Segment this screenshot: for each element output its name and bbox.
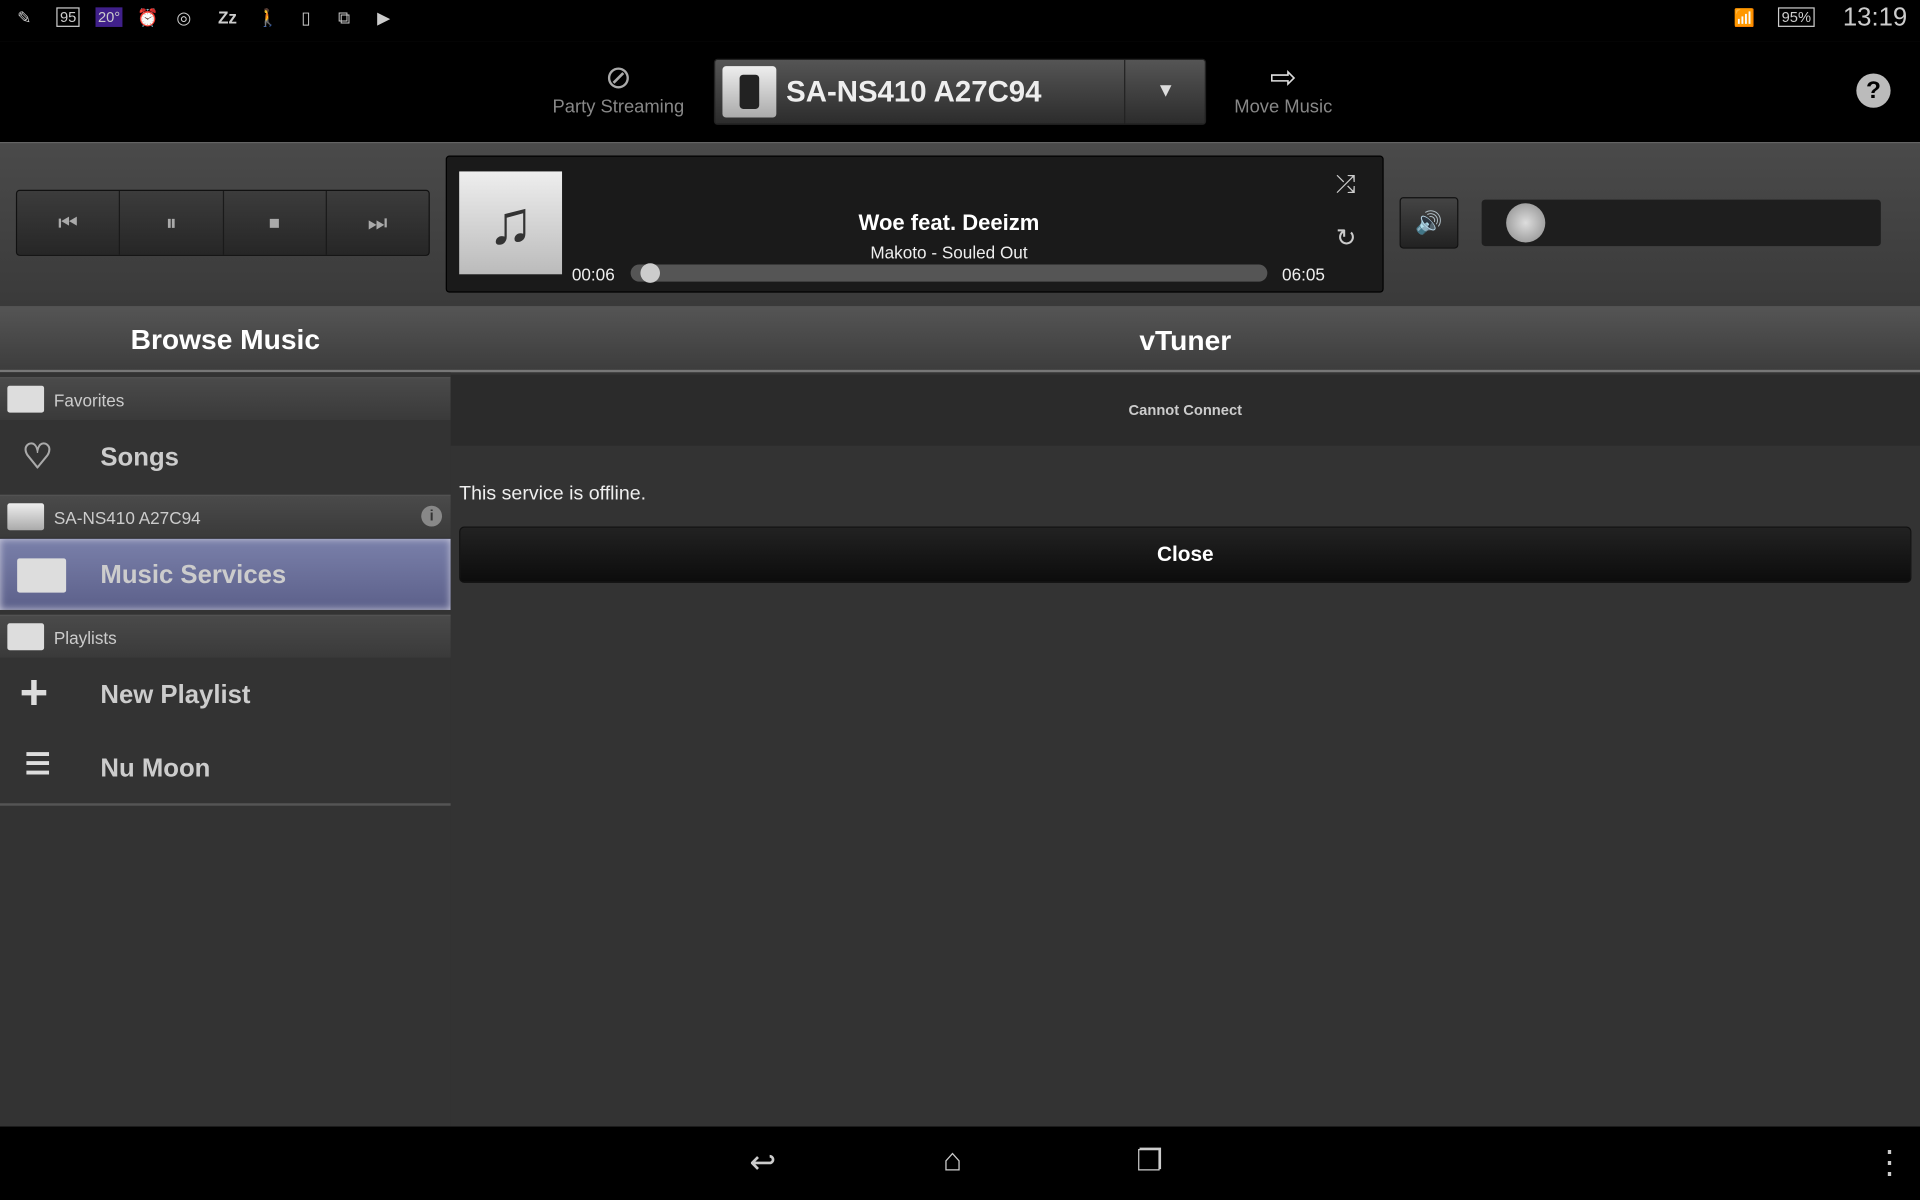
sidebar-item-music-services[interactable]: Music Services xyxy=(0,538,451,610)
folder-icon xyxy=(17,558,67,593)
repeat-icon[interactable]: ↻ xyxy=(1336,223,1357,254)
store-icon: ▶ xyxy=(377,7,391,27)
clock: 13:19 xyxy=(1842,3,1908,32)
device-header-label: SA-NS410 A27C94 xyxy=(53,508,201,528)
battery-indicator: 95% xyxy=(1777,7,1815,27)
close-button[interactable]: Close xyxy=(459,526,1912,583)
favorites-header: Favorites xyxy=(0,377,451,421)
sidebar-item-nu-moon[interactable]: ☰ Nu Moon xyxy=(0,732,451,806)
party-streaming-icon: ⊘ xyxy=(605,58,632,96)
previous-button[interactable]: ⏮ xyxy=(17,191,121,255)
volume-slider[interactable] xyxy=(1481,199,1881,247)
move-music-button[interactable]: ⇨ Move Music xyxy=(1218,59,1348,118)
track-title: Woe feat. Deeizm xyxy=(858,210,1040,236)
volume-thumb[interactable] xyxy=(1505,203,1545,243)
back-icon[interactable]: ↩ xyxy=(749,1144,776,1182)
track-artist-album: Makoto - Souled Out xyxy=(870,242,1028,263)
target-icon: ◎ xyxy=(176,7,192,27)
sidebar-item-new-playlist[interactable]: + New Playlist xyxy=(0,659,451,730)
shuffle-icon[interactable]: ⤮ xyxy=(1336,171,1356,199)
recent-apps-icon[interactable]: ❐ xyxy=(1136,1144,1162,1180)
stop-button[interactable]: ⏹ xyxy=(223,191,327,255)
pause-button[interactable]: ⏸ xyxy=(120,191,224,255)
album-art-music-note-icon: ♫ xyxy=(459,171,563,275)
playlists-label: Playlists xyxy=(53,628,117,648)
move-music-label: Move Music xyxy=(1234,96,1333,118)
speaker-icon xyxy=(722,66,777,118)
status-bar: ✎ 95 20° ⏰ ◎ Zz 🚶 ▯ ⧉ ▶ 📶 95% 13:19 xyxy=(0,0,1920,42)
plus-icon: + xyxy=(19,666,49,721)
notification-badge: 95 xyxy=(56,7,81,27)
move-music-icon: ⇨ xyxy=(1269,58,1297,96)
dialog-header: Cannot Connect xyxy=(450,374,1920,446)
dialog-title: Cannot Connect xyxy=(1128,401,1243,419)
volume-icon[interactable]: 🔊 xyxy=(1399,197,1459,249)
header-bar: Browse Music vTuner xyxy=(0,306,1920,373)
seek-thumb[interactable] xyxy=(640,263,661,283)
sidebar-item-songs[interactable]: ♡ Songs xyxy=(0,421,451,492)
device-name: SA-NS410 A27C94 xyxy=(786,75,1042,109)
content-title: vTuner xyxy=(1139,324,1232,357)
menu-icon[interactable]: ⋮ xyxy=(1873,1144,1905,1182)
party-streaming-button[interactable]: ⊘ Party Streaming xyxy=(539,59,698,118)
playlists-header: Playlists xyxy=(0,614,451,658)
dialog-message: This service is offline. xyxy=(459,483,647,505)
speaker-icon xyxy=(7,503,45,531)
remote-icon: ✎ xyxy=(17,7,32,27)
wifi-icon: 📶 xyxy=(1733,7,1756,27)
top-bar: ⊘ Party Streaming SA-NS410 A27C94 ▼ ⇨ Mo… xyxy=(0,41,1920,143)
home-icon[interactable]: ⌂ xyxy=(943,1141,962,1179)
new-playlist-label: New Playlist xyxy=(100,680,251,709)
chevron-down-icon[interactable]: ▼ xyxy=(1124,60,1206,124)
navigation-bar: ↩ ⌂ ❐ ⋮ xyxy=(0,1126,1920,1200)
device-header: SA-NS410 A27C94 i xyxy=(0,494,451,538)
sleep-icon: Zz xyxy=(217,7,238,27)
favorites-label: Favorites xyxy=(53,390,125,411)
seek-bar[interactable] xyxy=(630,263,1268,283)
folder-icon xyxy=(7,623,45,651)
songs-label: Songs xyxy=(100,443,179,472)
folder-icon xyxy=(7,385,45,413)
music-services-label: Music Services xyxy=(100,560,287,589)
party-streaming-label: Party Streaming xyxy=(552,96,685,118)
now-playing: ♫ Woe feat. Deeizm Makoto - Souled Out 0… xyxy=(445,155,1384,293)
playlist-icon: ☰ xyxy=(24,748,51,782)
device-selector[interactable]: SA-NS410 A27C94 ▼ xyxy=(713,58,1207,125)
browse-title: Browse Music xyxy=(130,323,320,356)
sidebar: Favorites ♡ Songs SA-NS410 A27C94 i Music … xyxy=(0,372,451,1127)
nu-moon-label: Nu Moon xyxy=(100,754,211,783)
elapsed-time: 00:06 xyxy=(571,264,615,285)
heart-icon: ♡ xyxy=(22,437,53,476)
info-icon[interactable]: i xyxy=(421,505,443,527)
walk-icon: 🚶 xyxy=(257,7,279,27)
transport-controls: ⏮ ⏸ ⏹ ⏭ xyxy=(15,189,430,256)
weather-badge: 20° xyxy=(95,7,123,27)
next-button[interactable]: ⏭ xyxy=(327,191,429,255)
help-button[interactable]: ? xyxy=(1856,73,1891,108)
usb-icon: ▯ xyxy=(301,7,311,27)
windows-icon: ⧉ xyxy=(337,7,351,27)
alarm-icon: ⏰ xyxy=(137,7,159,27)
total-duration: 06:05 xyxy=(1282,264,1325,285)
